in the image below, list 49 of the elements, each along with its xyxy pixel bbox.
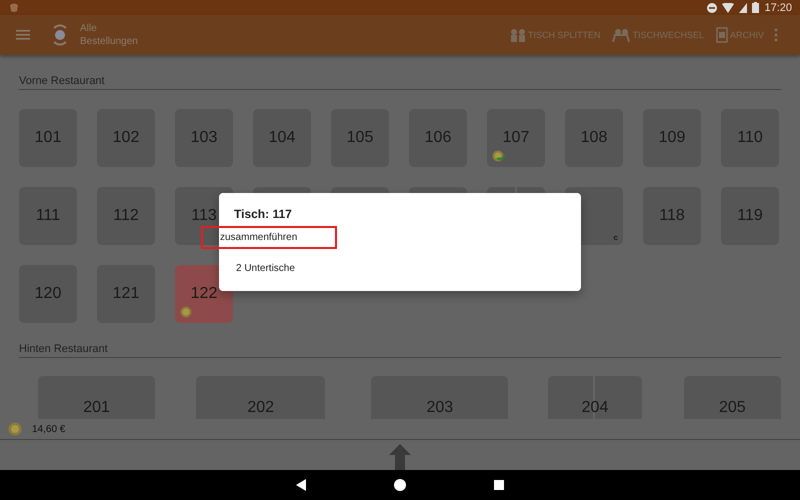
table-tile[interactable]: 105 [331, 109, 389, 167]
table-tile[interactable]: 118 [643, 187, 701, 245]
table-tile[interactable]: 109 [643, 109, 701, 167]
more-options-icon[interactable] [774, 28, 778, 42]
app-title: Alle [80, 22, 98, 35]
table-tile[interactable]: 103 [175, 109, 233, 167]
table-tile[interactable]: 203 [371, 376, 508, 419]
signal-icon [739, 2, 748, 12]
toolbar-action[interactable]: TISCH SPLITTEN [508, 26, 602, 44]
table-tile[interactable]: 104 [253, 109, 311, 167]
battery-icon [752, 2, 760, 13]
table-tile[interactable]: 101 [19, 109, 77, 167]
people-icon [510, 28, 526, 42]
table-tile[interactable]: 107 [487, 109, 545, 167]
table-tile[interactable]: 119 [721, 187, 779, 245]
table-tile[interactable]: 204 [548, 376, 642, 419]
back-icon[interactable] [296, 479, 306, 491]
people-swap-icon [612, 28, 630, 42]
table-tile[interactable]: 205 [684, 376, 781, 419]
app-title: Bestellungen [80, 35, 138, 48]
toolbar-action[interactable]: TISCHWECHSEL [610, 26, 706, 44]
table-tile[interactable]: 120 [19, 265, 77, 323]
table-tile[interactable]: 111 [19, 187, 77, 245]
table-tile[interactable]: 102 [97, 109, 155, 167]
document-icon [716, 27, 728, 43]
toolbar-action[interactable]: ARCHIV [714, 25, 766, 45]
coin-icon [8, 422, 22, 436]
table-marker: c [614, 233, 618, 242]
table-tile[interactable]: 201 [38, 376, 156, 419]
home-icon[interactable] [394, 479, 406, 491]
table-tile[interactable]: 108 [565, 109, 623, 167]
section-heading: Hinten Restaurant [19, 343, 781, 358]
menu-icon[interactable] [16, 30, 30, 40]
dialog-title: Tisch: 117 [234, 207, 293, 221]
table-tile[interactable]: 112 [97, 187, 155, 245]
app-logo-icon [52, 24, 68, 46]
app-notification-icon [8, 2, 20, 14]
coin-icon [180, 306, 193, 319]
total-amount: 14,60 € [32, 424, 66, 434]
table-tile[interactable]: 106 [409, 109, 467, 167]
section-heading: Vorne Restaurant [19, 75, 781, 90]
table-tile[interactable]: 202 [196, 376, 326, 419]
dialog-option[interactable]: zusammenführen [201, 226, 337, 249]
do-not-disturb-icon [707, 2, 718, 12]
clock: 17:20 [764, 2, 792, 14]
wifi-icon [722, 2, 734, 12]
table-tile[interactable]: 110 [721, 109, 779, 167]
table-tile[interactable]: 121 [97, 265, 155, 323]
arrow-up-icon[interactable] [389, 444, 411, 470]
